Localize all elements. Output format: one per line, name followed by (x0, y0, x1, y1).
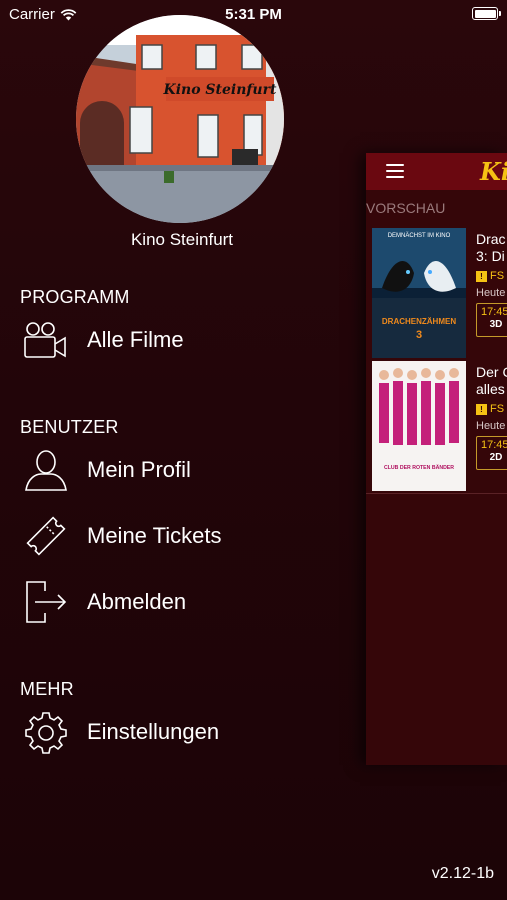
preview-section-label: VORSCHAU (366, 200, 446, 216)
menu-icon[interactable] (386, 164, 404, 178)
showtime-button[interactable]: 17:45 2D (476, 436, 507, 470)
list-item[interactable]: CLUB DER ROTEN BÄNDER Der C alles !FS He… (366, 361, 507, 494)
movie-title-line2: alles (476, 381, 505, 397)
gear-icon (20, 709, 72, 755)
showtime-format: 3D (489, 319, 503, 330)
poster-title: CLUB DER ROTEN BÄNDER (384, 464, 454, 471)
menu-item-label: Mein Profil (87, 457, 191, 482)
battery-icon (472, 7, 501, 20)
poster-title: DRACHENZÄHMEN (382, 317, 456, 326)
fsk-label: FS (490, 270, 505, 282)
show-day: Heute (476, 420, 506, 432)
user-icon (20, 447, 72, 493)
list-item[interactable]: DEMNÄCHST IM KINO DRACHENZÄHMEN 3 Drac 3… (366, 228, 507, 361)
fsk-icon: ! (476, 403, 487, 415)
movie-title: Drac (476, 231, 506, 247)
showtime-time: 17:45 (481, 306, 507, 318)
menu-item-my-tickets[interactable]: Meine Tickets (20, 511, 340, 561)
video-camera-icon (20, 317, 72, 363)
movie-poster[interactable]: CLUB DER ROTEN BÄNDER (372, 361, 466, 491)
menu-item-label: Alle Filme (87, 327, 184, 352)
poster-tagline: DEMNÄCHST IM KINO (388, 232, 451, 239)
theater-name: Kino Steinfurt (130, 230, 234, 249)
theater-sign-text: Kino Steinfurt (163, 82, 277, 98)
menu-item-label: Einstellungen (87, 719, 220, 744)
fsk-icon: ! (476, 270, 487, 282)
section-title-mehr: MEHR (20, 679, 74, 699)
movie-title: Der C (476, 364, 507, 380)
logout-icon (20, 579, 72, 625)
age-rating: ! FS (476, 270, 504, 282)
section-title-benutzer: BENUTZER (20, 417, 119, 437)
menu-item-label: Meine Tickets (87, 523, 222, 548)
menu-item-label: Abmelden (87, 589, 187, 614)
app-version: v2.12-1b (431, 865, 494, 882)
fsk-label: FS (490, 403, 505, 415)
menu-item-my-profile[interactable]: Mein Profil (20, 445, 340, 495)
theater-photo-image: Kino Steinfurt (76, 15, 284, 223)
showtime-button[interactable]: 17:45 3D (476, 303, 507, 337)
status-bar: Carrier 5:31 PM (0, 0, 507, 28)
app-header: Kin (366, 153, 507, 190)
ticket-icon (20, 513, 72, 559)
theater-photo: Kino Steinfurt (76, 15, 284, 223)
show-day: Heute (476, 287, 506, 299)
main-content-panel[interactable]: Kin VORSCHAU DEMNÄCHST IM KINO DRACHENZÄ… (366, 153, 507, 765)
section-title-programm: PROGRAMM (20, 287, 130, 307)
poster-number: 3 (416, 329, 422, 341)
status-time: 5:31 PM (225, 6, 282, 23)
movie-poster[interactable]: DEMNÄCHST IM KINO DRACHENZÄHMEN 3 (372, 228, 466, 358)
brand-logo: Kin (480, 157, 507, 186)
age-rating: ! FS (476, 403, 504, 415)
movie-title-line2: 3: Di (476, 248, 505, 264)
menu-item-settings[interactable]: Einstellungen (20, 707, 340, 757)
showtime-format: 2D (489, 452, 503, 463)
showtime-time: 17:45 (481, 439, 507, 451)
menu-item-logout[interactable]: Abmelden (20, 577, 340, 627)
menu-item-all-films[interactable]: Alle Filme (20, 315, 340, 365)
divider (366, 493, 507, 494)
